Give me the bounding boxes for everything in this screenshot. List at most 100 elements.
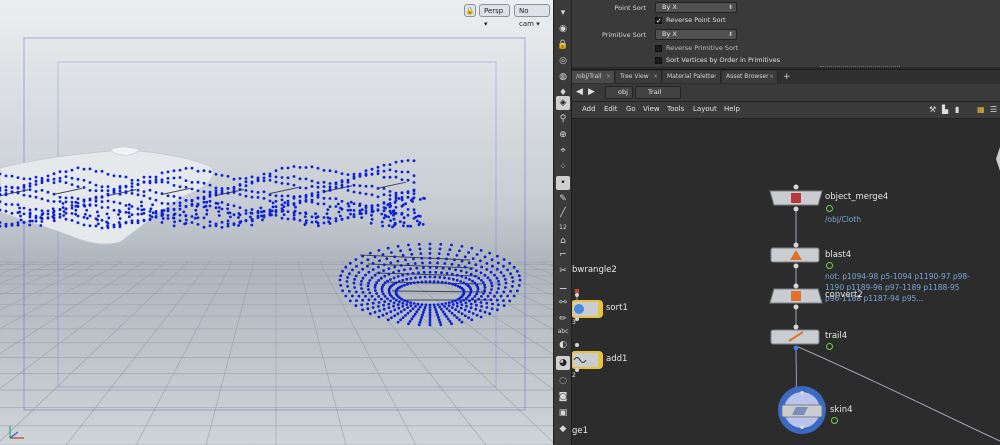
grid-dots-icon[interactable]: ⁘ (556, 160, 570, 174)
sort-vertices-checkbox[interactable] (655, 57, 662, 64)
primitive-sort-menu[interactable]: By X ⬍ (655, 29, 737, 40)
trail-point (480, 265, 483, 269)
node-blast4[interactable] (770, 242, 820, 269)
node-convert2[interactable] (769, 283, 823, 310)
camera-icon[interactable]: ◎ (556, 54, 570, 68)
trail-point (112, 225, 116, 229)
trail-point (400, 170, 404, 174)
vertex-icon[interactable]: ⌂ (556, 234, 570, 248)
trail-point (70, 168, 74, 172)
close-icon[interactable]: × (712, 71, 717, 83)
path-obj-button[interactable]: obj (605, 86, 633, 99)
blast4-flag-icon[interactable] (826, 262, 833, 269)
edge-icon[interactable]: ⌐ (556, 248, 570, 262)
menu-tools[interactable]: Tools (667, 105, 684, 113)
trail-point (28, 194, 32, 198)
trail-point (154, 178, 158, 182)
trail-point (328, 189, 332, 192)
trail-point (428, 275, 432, 279)
menu-add[interactable]: Add (582, 105, 596, 113)
close-icon[interactable]: × (769, 71, 774, 83)
menu-icon[interactable]: ▾ (556, 6, 570, 20)
trail-point (124, 191, 128, 195)
background-icon[interactable]: ▣ (556, 406, 570, 420)
viewport-canvas[interactable] (0, 0, 553, 445)
shading-icon[interactable]: ◕ (556, 356, 570, 370)
node-add1[interactable] (572, 351, 603, 369)
scene-viewport[interactable]: 🔒 Persp ▾ No cam ▾ (0, 0, 553, 445)
forward-arrow-icon[interactable]: ▶ (588, 87, 595, 97)
abc-icon[interactable]: abc (556, 324, 570, 338)
grid-view-icon[interactable]: ▦ (977, 105, 985, 114)
menu-view[interactable]: View (643, 105, 660, 113)
trail-point (148, 197, 152, 200)
node-trail4[interactable] (770, 324, 820, 351)
snap-tool-icon[interactable]: ▙ (942, 105, 948, 114)
trail-point (506, 268, 509, 272)
reverse-primitive-sort-checkbox[interactable] (655, 45, 662, 52)
lock-icon[interactable]: 🔒 (556, 38, 570, 52)
points-display-icon[interactable]: • (556, 176, 570, 190)
skin4-flag-icon[interactable] (831, 417, 838, 424)
trail-point (184, 204, 188, 208)
node-sort1[interactable] (572, 300, 603, 318)
network-editor[interactable]: object_merge4 /obj/Cloth blast4 not: p10… (572, 119, 1000, 445)
color-icon[interactable]: ◆ (556, 422, 570, 436)
link-icon[interactable]: ⚯ (556, 296, 570, 310)
trail-point (399, 249, 402, 253)
numbers-icon[interactable]: 12 (556, 220, 570, 234)
menu-layout[interactable]: Layout (693, 105, 717, 113)
hammer-icon[interactable]: ⚒ (929, 105, 936, 114)
wrench-icon[interactable]: ✎ (556, 192, 570, 206)
display-icon[interactable]: ◙ (556, 390, 570, 404)
trail-point (34, 183, 38, 186)
trail4-flag-icon[interactable] (826, 343, 833, 350)
menu-go[interactable]: Go (626, 105, 636, 113)
trail-point (377, 295, 380, 298)
ghost-icon[interactable]: ◌ (556, 374, 570, 388)
visibility-icon[interactable]: ◐ (556, 338, 570, 352)
trail-point (0, 221, 2, 224)
brush-icon[interactable]: ╱ (556, 206, 570, 220)
menu-edit[interactable]: Edit (604, 105, 618, 113)
trail-point (178, 201, 182, 205)
add-tab-button[interactable]: + (779, 71, 792, 83)
note-icon[interactable]: ▮ (955, 105, 959, 114)
menu-help[interactable]: Help (724, 105, 740, 113)
lock-camera-icon[interactable]: 🔒 (464, 4, 476, 17)
reverse-point-sort-checkbox[interactable]: ✓ (655, 17, 662, 25)
list-view-icon[interactable]: ☰ (990, 105, 997, 114)
node-skin4[interactable] (778, 386, 826, 434)
tab-tree-view[interactable]: Tree View × (616, 71, 662, 83)
back-arrow-icon[interactable]: ◀ (576, 87, 583, 97)
snap-icon[interactable]: ⌖ (556, 144, 570, 158)
light-bulb-icon[interactable]: ◍ (556, 70, 570, 84)
object-merge4-flag-icon[interactable] (826, 205, 833, 212)
trail-point (400, 159, 404, 163)
tab-obj-trail[interactable]: /obj/Trail × (572, 71, 615, 83)
camera-menu[interactable]: Persp ▾ (479, 4, 510, 28)
mirror-icon[interactable]: ⚊ (556, 280, 570, 294)
marker-icon[interactable]: ⚲ (556, 112, 570, 126)
point-sort-menu[interactable]: By X ⬍ (655, 2, 737, 13)
select-tool-icon[interactable]: ◈ (556, 96, 570, 110)
pin-icon[interactable]: ◉ (556, 22, 570, 36)
no-cam-menu[interactable]: No cam ▾ (514, 4, 550, 28)
scissor-icon[interactable]: ✂ (556, 264, 570, 278)
trail-point (383, 281, 387, 285)
trail-point (388, 175, 392, 179)
node-object-merge4[interactable] (769, 184, 823, 212)
tab-material-palette[interactable]: Material Palette × (663, 71, 721, 83)
close-icon[interactable]: × (606, 71, 611, 83)
trail-point (454, 283, 457, 287)
trail-point (232, 213, 236, 217)
tab-asset-browser[interactable]: Asset Browser × (722, 71, 778, 83)
trail-point (475, 313, 479, 317)
close-icon[interactable]: × (653, 71, 658, 83)
trail-point (464, 301, 468, 305)
trail-point (397, 197, 401, 200)
transform-icon[interactable]: ⊕ (556, 128, 570, 142)
trail-point (455, 278, 459, 282)
path-trail-button[interactable]: Trail (635, 86, 681, 99)
trail-point (389, 310, 393, 314)
